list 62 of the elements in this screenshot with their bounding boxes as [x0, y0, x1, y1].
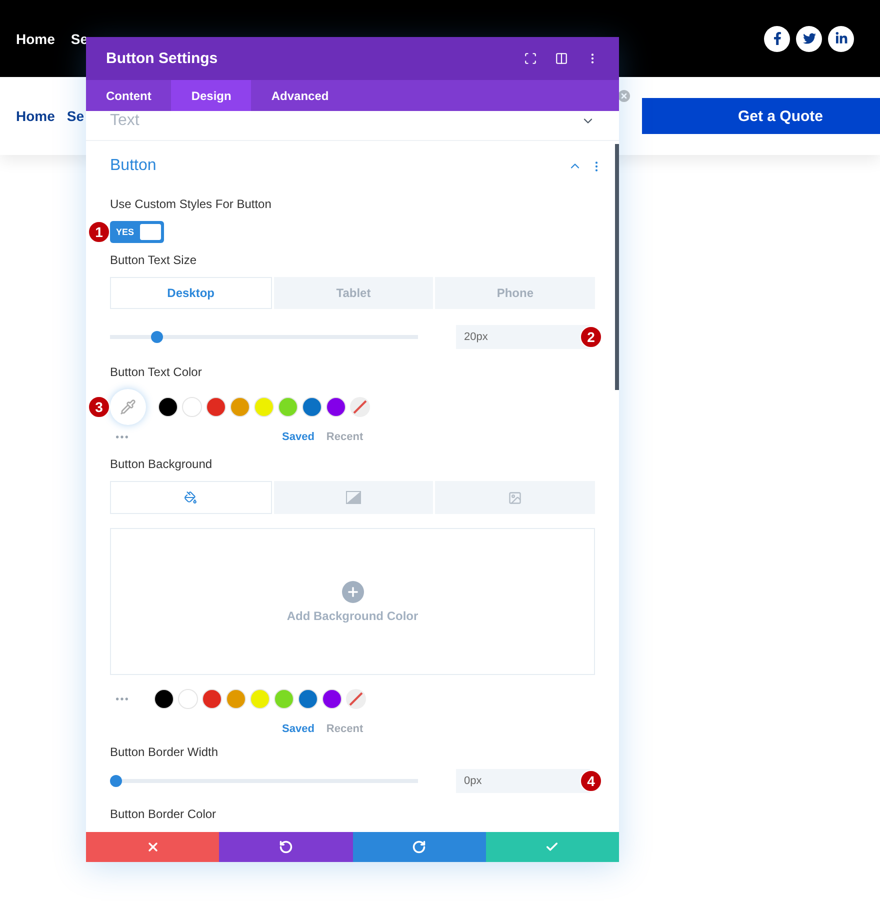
fullscreen-icon[interactable]	[524, 52, 537, 65]
linkedin-icon	[834, 32, 848, 45]
field-label: Button Text Size	[110, 253, 198, 269]
field-label: Button Text Color	[110, 365, 203, 381]
device-tab[interactable]: Desktop	[110, 277, 272, 309]
panel-tab[interactable]: Design	[171, 80, 252, 111]
color-swatch[interactable]	[206, 397, 226, 417]
color-swatch[interactable]	[322, 689, 342, 709]
slider-thumb[interactable]	[151, 331, 164, 343]
panel-tab[interactable]: Content	[86, 80, 172, 111]
add-background-text: Add Background Color	[286, 608, 418, 622]
field-label: Button Background	[110, 457, 214, 473]
no-color-swatch[interactable]	[346, 689, 366, 709]
paint-bucket-icon	[184, 491, 198, 504]
undo-icon	[278, 840, 293, 854]
step-marker: 4	[580, 770, 602, 792]
field-label: Button Border Width	[110, 745, 220, 761]
palette-tab[interactable]: Saved	[282, 431, 314, 443]
check-icon	[545, 840, 560, 854]
social-button[interactable]	[828, 26, 854, 52]
slider-thumb[interactable]	[110, 775, 122, 787]
columns-icon[interactable]	[555, 52, 568, 65]
color-swatch[interactable]	[274, 689, 294, 709]
nav-link[interactable]: Home	[16, 108, 55, 124]
palette-tab[interactable]: Saved	[282, 723, 314, 735]
panel-title: Button Settings	[106, 50, 219, 67]
color-swatch[interactable]	[226, 689, 246, 709]
no-color-swatch[interactable]	[350, 397, 370, 417]
social-button[interactable]	[796, 26, 822, 52]
bird-icon	[802, 32, 816, 45]
section-title[interactable]: Button	[110, 157, 560, 175]
plus-icon	[346, 584, 360, 598]
image-icon	[508, 490, 522, 504]
color-swatch[interactable]	[178, 689, 198, 709]
color-picker-button[interactable]	[110, 389, 146, 425]
nav-link[interactable]: Se	[66, 108, 84, 124]
color-swatch[interactable]	[254, 397, 274, 417]
color-swatch[interactable]	[158, 397, 178, 417]
field-label: Button Border Color	[110, 807, 218, 823]
nav-link[interactable]: Home	[16, 30, 55, 46]
color-swatch[interactable]	[230, 397, 250, 417]
color-swatch[interactable]	[278, 397, 298, 417]
step-marker: 2	[580, 326, 602, 348]
color-swatch[interactable]	[298, 689, 318, 709]
social-button[interactable]	[764, 26, 790, 52]
step-marker: 1	[88, 221, 110, 243]
gradient-icon	[346, 491, 361, 504]
color-swatch[interactable]	[182, 397, 202, 417]
close-icon	[146, 840, 160, 854]
redo-icon	[412, 840, 426, 854]
color-swatch[interactable]	[326, 397, 346, 417]
add-button[interactable]	[342, 580, 364, 602]
color-swatch[interactable]	[202, 689, 222, 709]
step-marker: 3	[88, 396, 110, 418]
field-label: Use Custom Styles For Button	[110, 197, 272, 213]
panel-tab[interactable]: Advanced	[251, 80, 349, 111]
color-swatch[interactable]	[154, 689, 174, 709]
quote-button[interactable]: Get a Quote	[642, 98, 880, 134]
color-swatch[interactable]	[302, 397, 322, 417]
toggle-switch[interactable]: YES	[110, 221, 164, 243]
color-swatch[interactable]	[250, 689, 270, 709]
eyedropper-icon	[120, 399, 136, 415]
